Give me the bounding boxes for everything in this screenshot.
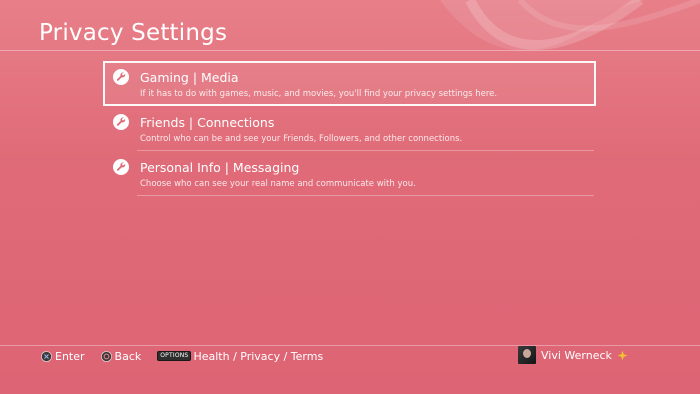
menu-item-gaming-media[interactable]: Gaming | Media If it has to do with game… <box>103 61 596 106</box>
cross-button-icon <box>41 350 52 362</box>
header-divider <box>0 50 700 51</box>
user-name: Vivi Werneck <box>541 348 612 362</box>
back-label: Back <box>114 349 142 363</box>
privacy-menu: Gaming | Media If it has to do with game… <box>103 61 596 196</box>
back-hint[interactable]: Back <box>100 349 142 363</box>
avatar <box>518 346 536 364</box>
menu-item-description: Control who can be and see your Friends,… <box>140 134 463 144</box>
plus-star-icon <box>617 349 628 361</box>
background-wave <box>440 0 700 51</box>
user-profile: Vivi Werneck <box>518 346 628 364</box>
wrench-icon <box>113 69 129 85</box>
wrench-icon <box>113 159 129 175</box>
menu-item-description: If it has to do with games, music, and m… <box>140 89 498 99</box>
options-button-icon: OPTIONS <box>157 351 192 361</box>
button-hints: Enter Back OPTIONS Health / Privacy / Te… <box>41 348 339 364</box>
enter-label: Enter <box>55 349 85 363</box>
menu-item-friends-connections[interactable]: Friends | Connections Control who can be… <box>103 106 596 151</box>
menu-item-title: Gaming | Media <box>140 70 239 85</box>
options-hint[interactable]: OPTIONS Health / Privacy / Terms <box>157 350 323 363</box>
options-label: Health / Privacy / Terms <box>193 349 324 363</box>
menu-divider <box>137 195 594 196</box>
menu-item-title: Friends | Connections <box>140 115 275 130</box>
enter-hint[interactable]: Enter <box>41 350 85 363</box>
page-title: Privacy Settings <box>39 20 228 46</box>
menu-item-description: Choose who can see your real name and co… <box>140 179 416 189</box>
circle-button-icon <box>100 350 112 362</box>
wrench-icon <box>113 114 129 130</box>
menu-item-title: Personal Info | Messaging <box>140 160 300 175</box>
menu-item-personal-info-messaging[interactable]: Personal Info | Messaging Choose who can… <box>103 151 596 196</box>
